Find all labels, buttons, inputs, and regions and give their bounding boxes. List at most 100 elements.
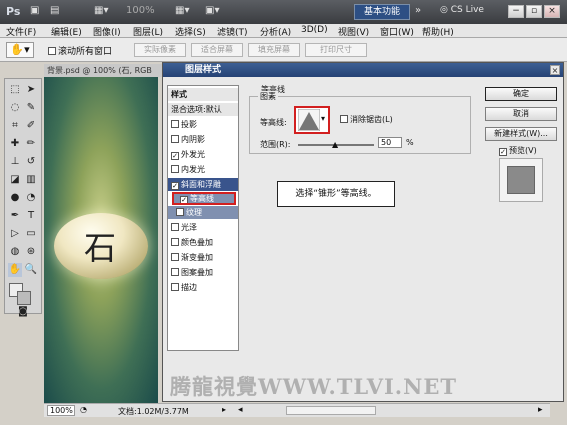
checkbox-box[interactable] [171,253,179,261]
range-slider-thumb-icon[interactable]: ▲ [332,140,338,149]
contour-picker[interactable]: ▾ [294,106,330,134]
scroll-right-icon[interactable]: ▸ [538,405,543,415]
scroll-all-windows-checkbox[interactable]: 滚动所有窗口 [48,44,112,57]
3d-rotate-icon[interactable]: ◍ [8,245,22,259]
menu-select[interactable]: 选择(S) [175,25,206,38]
contour-dropdown-arrow-icon[interactable]: ▾ [321,114,325,123]
checkbox-box[interactable] [171,223,179,231]
clone-stamp-icon[interactable]: ⊥ [8,155,22,169]
menu-help[interactable]: 帮助(H) [422,25,454,38]
checkbox-box[interactable] [340,115,348,123]
crop-tool-icon[interactable]: ⌗ [8,119,22,133]
print-size-button[interactable]: 打印尺寸 [305,43,367,57]
quick-mask-icon[interactable]: ◙ [16,305,30,319]
bridge-icon[interactable]: ▣ [30,5,39,19]
3d-orbit-icon[interactable]: ⊛ [24,245,38,259]
close-button[interactable]: × [544,5,560,18]
menu-analysis[interactable]: 分析(A) [260,25,291,38]
style-item-bevel-emboss[interactable]: ✓ 斜面和浮雕 [168,178,238,191]
blur-tool-icon[interactable]: ● [8,191,22,205]
zoom-field[interactable]: 100% [47,405,75,416]
status-info-icon[interactable]: ◔ [80,405,87,414]
checkbox-box[interactable] [171,238,179,246]
dodge-tool-icon[interactable]: ◔ [24,191,38,205]
menu-layer[interactable]: 图层(L) [133,25,163,38]
style-item-pattern-overlay[interactable]: 图案叠加 [168,266,238,279]
style-item-satin[interactable]: 光泽 [168,221,238,234]
tool-preset-picker[interactable]: ✋▾ [6,42,34,58]
fit-screen-button[interactable]: 适合屏幕 [191,43,243,57]
style-item-stroke[interactable]: 描边 [168,281,238,294]
styles-header[interactable]: 样式 [168,88,238,101]
checkbox-checked[interactable]: ✓ [180,196,188,204]
actual-pixels-button[interactable]: 实际像素 [134,43,186,57]
move-tool-icon[interactable]: ➤ [24,83,38,97]
style-item-contour[interactable]: ✓ 等高线 [172,192,236,205]
eyedropper-tool-icon[interactable]: ✐ [24,119,38,133]
document-tab[interactable]: 背景.psd @ 100% (石, RGB [44,64,164,77]
lasso-tool-icon[interactable]: ◌ [8,101,22,115]
pen-tool-icon[interactable]: ✒ [8,209,22,223]
healing-brush-icon[interactable]: ✚ [8,137,22,151]
document-canvas[interactable]: 石 [44,77,158,403]
marquee-tool-icon[interactable]: ⬚ [8,83,22,97]
hand-tool-icon[interactable]: ✋ [8,263,22,277]
checkbox-checked[interactable]: ✓ [171,152,179,160]
preview-checkbox[interactable]: ✓ 预览(V) [499,145,537,156]
dialog-close-icon[interactable]: × [550,65,560,75]
screen-mode-icon[interactable]: ▣▾ [205,5,219,19]
minimize-button[interactable]: − [508,5,524,18]
menu-file[interactable]: 文件(F) [6,25,36,38]
checkbox-checked[interactable]: ✓ [499,148,507,156]
arrange-documents-icon[interactable]: ▦▾ [175,5,189,19]
style-item-gradient-overlay[interactable]: 渐变叠加 [168,251,238,264]
checkbox-box[interactable] [171,268,179,276]
gradient-tool-icon[interactable]: ▥ [24,173,38,187]
checkbox-box[interactable] [171,165,179,173]
checkbox-box[interactable] [171,283,179,291]
workspace-more-icon[interactable]: » [415,5,421,19]
type-tool-icon[interactable]: T [24,209,38,223]
menu-3d[interactable]: 3D(D) [301,25,328,35]
brush-tool-icon[interactable]: ✏ [24,137,38,151]
ok-button[interactable]: 确定 [485,87,557,101]
path-select-icon[interactable]: ▷ [8,227,22,241]
style-item-outer-glow[interactable]: ✓ 外发光 [168,148,238,161]
minibridge-icon[interactable]: ▤ [50,5,59,19]
checkbox-box[interactable] [171,135,179,143]
antialias-checkbox[interactable]: 消除锯齿(L) [340,114,393,125]
checkbox-box[interactable] [176,208,184,216]
fill-screen-button[interactable]: 填充屏幕 [248,43,300,57]
menu-edit[interactable]: 编辑(E) [51,25,82,38]
scroll-thumb[interactable] [286,406,376,415]
quick-select-icon[interactable]: ✎ [24,101,38,115]
restore-button[interactable]: ▫ [526,5,542,18]
zoom-level[interactable]: 100% [126,5,155,19]
menu-window[interactable]: 窗口(W) [380,25,414,38]
status-menu-arrow-icon[interactable]: ▸ [222,405,226,414]
scroll-left-icon[interactable]: ◂ [238,405,243,415]
style-item-inner-shadow[interactable]: 内阴影 [168,133,238,146]
shape-tool-icon[interactable]: ▭ [24,227,38,241]
view-extras-icon[interactable]: ▦▾ [94,5,108,19]
cs-live-button[interactable]: ◎ CS Live [440,5,484,15]
new-style-button[interactable]: 新建样式(W)... [485,127,557,141]
style-item-inner-glow[interactable]: 内发光 [168,163,238,176]
range-input[interactable]: 50 [378,137,402,148]
background-color-swatch[interactable] [17,291,31,305]
blend-options-item[interactable]: 混合选项:默认 [168,103,238,116]
menu-image[interactable]: 图像(I) [93,25,121,38]
horizontal-scrollbar[interactable]: ◂ ▸ [236,403,550,417]
zoom-tool-icon[interactable]: 🔍 [24,263,38,277]
checkbox-checked[interactable]: ✓ [171,182,179,190]
cancel-button[interactable]: 取消 [485,107,557,121]
eraser-tool-icon[interactable]: ◪ [8,173,22,187]
menu-view[interactable]: 视图(V) [338,25,369,38]
menu-filter[interactable]: 滤镜(T) [217,25,248,38]
history-brush-icon[interactable]: ↺ [24,155,38,169]
style-item-drop-shadow[interactable]: 投影 [168,118,238,131]
style-item-texture[interactable]: 纹理 [168,206,238,219]
style-item-color-overlay[interactable]: 颜色叠加 [168,236,238,249]
workspace-switcher[interactable]: 基本功能 [354,4,410,20]
checkbox-box[interactable] [171,120,179,128]
